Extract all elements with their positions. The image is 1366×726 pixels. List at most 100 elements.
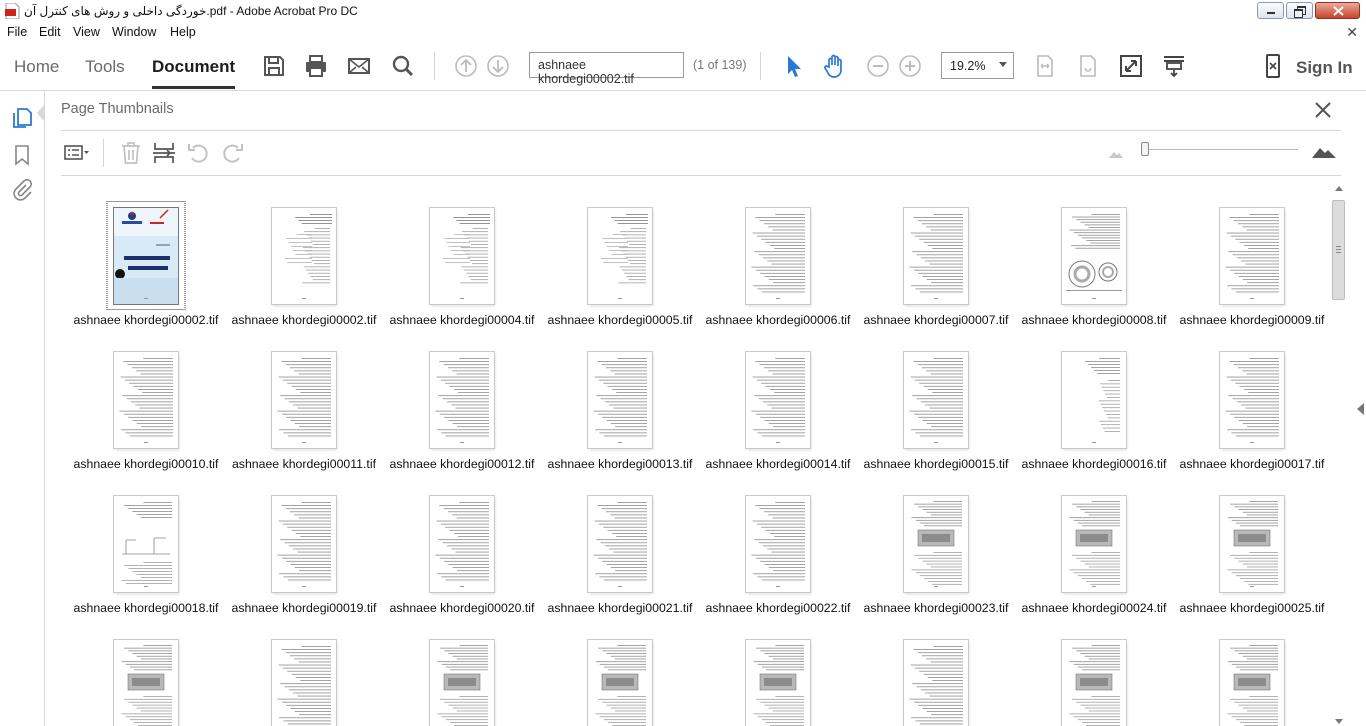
hand-tool-icon[interactable]: [822, 53, 848, 79]
thumbnail-label: ashnaee khordegi00023.tif: [863, 601, 1009, 615]
thumbnail-label: ashnaee khordegi00022.tif: [705, 601, 851, 615]
page-preview: [746, 208, 810, 304]
select-pointer-icon[interactable]: [780, 53, 806, 79]
search-icon[interactable]: [390, 53, 416, 79]
save-icon[interactable]: [261, 53, 287, 79]
page-thumbnail[interactable]: [1173, 621, 1331, 726]
page-preview: [114, 208, 178, 304]
page-preview: [430, 208, 494, 304]
tab-tools[interactable]: Tools: [85, 57, 125, 77]
scrolling-mode-icon[interactable]: [1161, 53, 1187, 79]
page-thumbnail[interactable]: ashnaee khordegi00010.tif: [67, 333, 225, 473]
scroll-down-icon[interactable]: [1335, 719, 1343, 724]
toolbar-separator: [434, 52, 435, 80]
page-thumbnails-icon[interactable]: [11, 107, 33, 129]
page-thumbnail[interactable]: ashnaee khordegi00013.tif: [541, 333, 699, 473]
rotate-page-icon[interactable]: [1075, 53, 1101, 79]
acrobat-pdf-icon: [5, 3, 20, 19]
options-menu-icon[interactable]: [63, 140, 89, 166]
thumbnail-label: ashnaee khordegi00008.tif: [1021, 313, 1167, 327]
thumbnail-size-slider-track[interactable]: [1145, 149, 1298, 150]
page-thumbnail[interactable]: [699, 621, 857, 726]
thumbnail-label: ashnaee khordegi00011.tif: [231, 457, 377, 471]
email-icon[interactable]: [346, 53, 372, 79]
page-thumbnail[interactable]: [541, 621, 699, 726]
toolbar-separator: [760, 52, 761, 80]
menu-bar: File Edit View Window Help ✕: [0, 22, 1366, 42]
page-preview: [588, 496, 652, 592]
page-thumbnail[interactable]: ashnaee khordegi00020.tif: [383, 477, 541, 617]
page-thumbnail[interactable]: ashnaee khordegi00014.tif: [699, 333, 857, 473]
page-thumbnail[interactable]: ashnaee khordegi00008.tif: [1015, 189, 1173, 329]
page-thumbnail[interactable]: ashnaee khordegi00025.tif: [1173, 477, 1331, 617]
page-thumbnail[interactable]: [857, 621, 1015, 726]
full-screen-icon[interactable]: [1118, 53, 1144, 79]
previous-page-icon[interactable]: [453, 53, 479, 79]
tab-document[interactable]: Document: [152, 57, 236, 89]
page-thumbnail[interactable]: ashnaee khordegi00007.tif: [857, 189, 1015, 329]
page-thumbnail[interactable]: ashnaee khordegi00016.tif: [1015, 333, 1173, 473]
page-thumbnail[interactable]: ashnaee khordegi00021.tif: [541, 477, 699, 617]
page-thumbnail[interactable]: [225, 621, 383, 726]
attachments-icon[interactable]: [11, 179, 33, 201]
page-preview: [588, 352, 652, 448]
restore-button[interactable]: [1286, 2, 1313, 19]
page-thumbnail[interactable]: ashnaee khordegi00015.tif: [857, 333, 1015, 473]
mobile-device-icon[interactable]: [1260, 53, 1286, 79]
page-thumbnail[interactable]: [67, 621, 225, 726]
thumbnail-label: ashnaee khordegi00015.tif: [863, 457, 1009, 471]
next-page-icon[interactable]: [485, 53, 511, 79]
thumbnail-label: ashnaee khordegi00021.tif: [547, 601, 693, 615]
rotate-counterclockwise-icon[interactable]: [186, 140, 212, 166]
close-document-icon[interactable]: ✕: [1346, 24, 1358, 41]
page-thumbnail[interactable]: ashnaee khordegi00022.tif: [699, 477, 857, 617]
close-window-button[interactable]: [1315, 2, 1360, 19]
zoom-out-icon[interactable]: [865, 53, 891, 79]
fit-page-icon[interactable]: [1032, 53, 1058, 79]
thumbnail-grid: ashnaee khordegi00002.tif ashnaee khordeg…: [61, 185, 1331, 726]
close-panel-icon[interactable]: [1313, 100, 1333, 120]
page-thumbnail[interactable]: ashnaee khordegi00019.tif: [225, 477, 383, 617]
print-icon[interactable]: [303, 53, 329, 79]
delete-pages-icon[interactable]: [118, 140, 144, 166]
minimize-button[interactable]: [1257, 2, 1284, 19]
insert-pages-icon[interactable]: [151, 140, 177, 166]
page-number-input[interactable]: ashnaee khordegi00002.tif: [529, 52, 684, 86]
thumbnail-size-slider-handle[interactable]: [1141, 142, 1149, 156]
page-preview: [1062, 640, 1126, 726]
page-thumbnail[interactable]: ashnaee khordegi00011.tif: [225, 333, 383, 473]
menu-help[interactable]: Help: [170, 25, 196, 39]
page-thumbnail[interactable]: ashnaee khordegi00006.tif: [699, 189, 857, 329]
tab-home[interactable]: Home: [14, 57, 59, 77]
menu-file[interactable]: File: [7, 25, 27, 39]
menu-view[interactable]: View: [73, 25, 100, 39]
menu-window[interactable]: Window: [112, 25, 156, 39]
thumbnail-label: ashnaee khordegi00020.tif: [389, 601, 535, 615]
active-panel-pointer: [37, 105, 44, 121]
vertical-scrollbar[interactable]: [1330, 184, 1347, 726]
page-thumbnail[interactable]: [383, 621, 541, 726]
grid-divider: [61, 175, 1341, 176]
page-thumbnail[interactable]: ashnaee khordegi00023.tif: [857, 477, 1015, 617]
rotate-clockwise-icon[interactable]: [219, 140, 245, 166]
page-thumbnails-panel: Page Thumbnails ashnaee khordegi00002.ti…: [45, 91, 1356, 726]
page-thumbnail[interactable]: ashnaee khordegi00009.tif: [1173, 189, 1331, 329]
page-thumbnail[interactable]: ashnaee khordegi00004.tif: [383, 189, 541, 329]
page-thumbnail[interactable]: ashnaee khordegi00017.tif: [1173, 333, 1331, 473]
bookmarks-icon[interactable]: [11, 144, 33, 166]
page-thumbnail[interactable]: ashnaee khordegi00024.tif: [1015, 477, 1173, 617]
page-thumbnail[interactable]: [1015, 621, 1173, 726]
scroll-up-icon[interactable]: [1335, 186, 1343, 191]
menu-edit[interactable]: Edit: [39, 25, 61, 39]
page-preview: [430, 352, 494, 448]
page-thumbnail[interactable]: ashnaee khordegi00005.tif: [541, 189, 699, 329]
page-thumbnail[interactable]: ashnaee khordegi00002.tif: [225, 189, 383, 329]
zoom-level-select[interactable]: 19.2%: [941, 52, 1014, 79]
page-thumbnail[interactable]: ashnaee khordegi00002.tif: [67, 189, 225, 329]
zoom-in-icon[interactable]: [897, 53, 923, 79]
page-thumbnail[interactable]: ashnaee khordegi00012.tif: [383, 333, 541, 473]
sign-in-link[interactable]: Sign In: [1296, 58, 1353, 78]
page-thumbnail[interactable]: ashnaee khordegi00018.tif: [67, 477, 225, 617]
scrollbar-thumb[interactable]: [1332, 200, 1345, 300]
right-pane-toggle[interactable]: [1356, 91, 1366, 726]
